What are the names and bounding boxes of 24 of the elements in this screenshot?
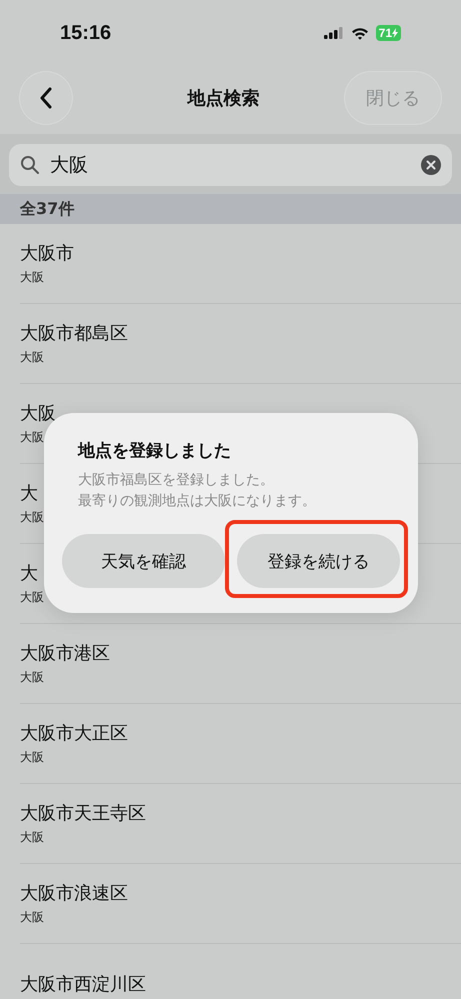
result-item[interactable]: 大阪市西淀川区 <box>20 944 461 999</box>
back-icon <box>39 87 53 109</box>
battery-level: 71 <box>376 25 401 41</box>
back-button[interactable] <box>20 72 72 124</box>
result-item[interactable]: 大阪市港区 大阪 <box>20 624 461 704</box>
screen-title: 地点検索 <box>188 87 260 110</box>
dialog-button[interactable]: 天気を確認 <box>62 534 225 588</box>
dialog-message: 大阪市福島区を登録しました。 <box>78 471 275 490</box>
charging-icon <box>392 28 398 38</box>
result-item[interactable]: 大阪市浪速区 大阪 <box>20 864 461 944</box>
result-count: 全37件 <box>20 198 74 220</box>
wifi-icon <box>350 26 369 40</box>
dialog-message: 最寄りの観測地点は大阪になります。 <box>78 492 317 511</box>
search-icon <box>20 155 40 175</box>
result-item[interactable]: 大阪市 大阪 <box>20 224 461 304</box>
clear-icon[interactable] <box>421 155 441 175</box>
dialog-title: 地点を登録しました <box>78 440 232 462</box>
dialog-button[interactable]: 登録を続ける <box>237 534 400 588</box>
result-item[interactable]: 大阪市都島区 大阪 <box>20 304 461 384</box>
signal-icon <box>324 27 344 39</box>
status-time: 15:16 <box>60 22 112 44</box>
result-item[interactable]: 大阪市天王寺区 大阪 <box>20 784 461 864</box>
result-item[interactable]: 大阪市大正区 大阪 <box>20 704 461 784</box>
search-field[interactable]: 大阪 <box>9 144 452 186</box>
